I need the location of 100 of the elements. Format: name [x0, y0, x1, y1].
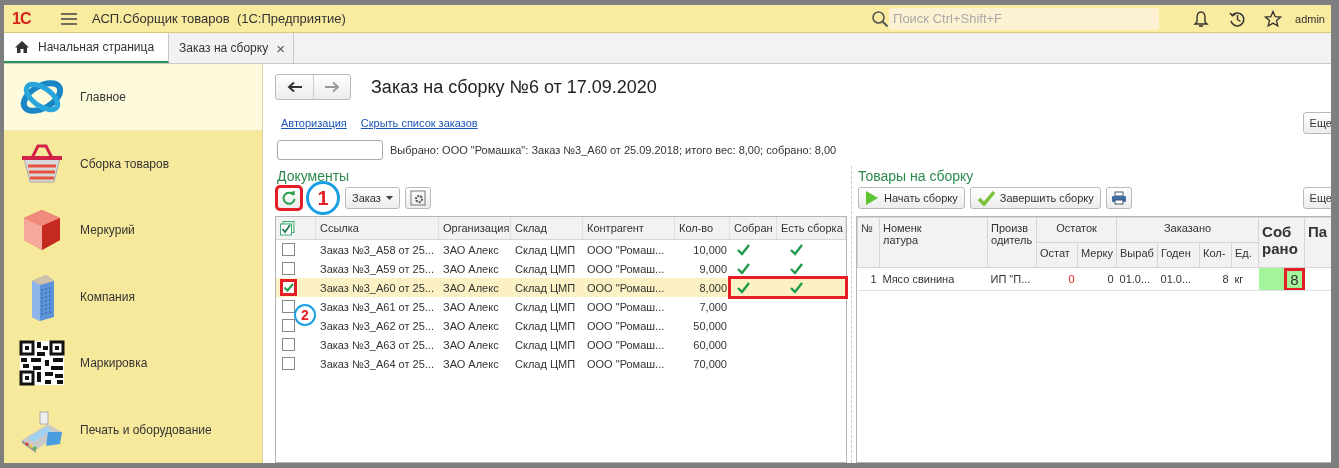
table-cell-text: ЗАО Алекс	[442, 242, 500, 258]
link[interactable]: Авторизация	[281, 117, 347, 129]
column-header[interactable]: Контрагент	[583, 217, 675, 239]
dropdown-button[interactable]: Заказ	[345, 187, 400, 209]
checkbox[interactable]	[282, 338, 295, 351]
column-header[interactable]: Па	[1304, 217, 1331, 268]
star-icon[interactable]	[1264, 9, 1283, 28]
check-icon	[283, 282, 294, 293]
window-title: АСП.Сборщик товаров (1С:Предприятие)	[92, 11, 346, 26]
refresh-icon	[282, 191, 296, 205]
table-cell-text: 9,000	[698, 261, 728, 277]
table-cell-text: Заказ №3_А63 от 25...	[319, 337, 435, 353]
table-cell-text: ООО "Ромаш...	[586, 242, 666, 258]
column-header[interactable]: Собрано	[1258, 217, 1305, 268]
table-cell-text: Склад ЦМП	[514, 280, 577, 296]
table-cell-text: ЗАО Алекс	[442, 261, 500, 277]
table-cell: 01.0...	[1116, 267, 1158, 291]
table-cell-text: Склад ЦМП	[514, 242, 577, 258]
qr-code-icon	[18, 339, 66, 388]
table-cell-text: Склад ЦМП	[514, 261, 577, 277]
finish-button[interactable]: Завершить сборку	[969, 187, 1101, 209]
select-all-icon[interactable]	[280, 220, 295, 236]
checkbox[interactable]	[282, 300, 295, 313]
step-marker: 2	[294, 304, 316, 326]
table-cell-text: Склад ЦМП	[514, 337, 577, 353]
table-cell-text: ООО "Ромаш...	[586, 356, 666, 372]
right-arrow-icon	[324, 81, 340, 93]
table-cell-text: Склад ЦМП	[514, 299, 577, 315]
checkbox[interactable]	[282, 319, 295, 332]
column-header[interactable]: Ссылка	[316, 217, 439, 239]
refresh-button[interactable]	[277, 187, 301, 209]
printer-icon	[1110, 191, 1127, 205]
table-cell: 8	[1199, 267, 1232, 291]
close-button[interactable]: ×	[276, 39, 285, 57]
table-cell-text: 50,000	[692, 318, 728, 334]
column-header[interactable]: Есть сборка	[777, 217, 846, 239]
play-icon	[865, 190, 879, 206]
column-group-header: Заказано	[1116, 217, 1259, 243]
table-cell-text: ЗАО Алекс	[442, 356, 500, 372]
table-cell: 1	[857, 267, 880, 291]
table-cell-text: Заказ №3_А60 от 25...	[319, 280, 435, 296]
table-cell: Мясо свинина	[879, 267, 988, 291]
column-header[interactable]: Кол-во	[675, 217, 730, 239]
table-cell-text: ЗАО Алекс	[442, 318, 500, 334]
menu-icon[interactable]	[60, 11, 78, 26]
table-cell-text: ООО "Ромаш...	[586, 261, 666, 277]
step-marker: 1	[306, 181, 340, 215]
table-cell-text: Склад ЦМП	[514, 318, 577, 334]
table-cell: кг	[1231, 267, 1259, 291]
column-group-header: Остаток	[1036, 217, 1117, 243]
column-header[interactable]: №	[857, 217, 880, 268]
collected-value: 8	[1287, 270, 1302, 288]
checkbox[interactable]	[282, 243, 295, 256]
column-header[interactable]: Организация	[439, 217, 511, 239]
user-name[interactable]: admin	[1295, 12, 1325, 25]
table-cell-text: 8,000	[698, 280, 728, 296]
home-icon	[14, 40, 30, 54]
input-field[interactable]	[277, 140, 383, 160]
section-title: Документы	[277, 168, 351, 184]
table-cell-text: Склад ЦМП	[514, 356, 577, 372]
column-header[interactable]: Собран	[730, 217, 777, 239]
bell-icon[interactable]	[1192, 9, 1211, 28]
table-cell-text: ЗАО Алекс	[442, 337, 500, 353]
selected-row[interactable]: Заказ №3_А60 от 25... ЗАО Алекс Склад ЦМП ООО "Ромаш... 8,000	[276, 278, 846, 297]
left-arrow-icon	[286, 81, 303, 93]
more-button[interactable]: Еще	[1302, 187, 1331, 209]
history-icon[interactable]	[1228, 9, 1247, 28]
search-field[interactable]: Поиск Ctrl+Shift+F	[889, 7, 1160, 30]
table-cell: ИП "П...	[987, 267, 1037, 291]
table-cell-text: 7,000	[698, 299, 728, 315]
table-cell-text: ЗАО Алекс	[442, 299, 500, 315]
sidebar-item[interactable]: Главное	[4, 64, 262, 131]
tab[interactable]: Начальная страница	[4, 33, 170, 63]
table-cell: 0	[1036, 267, 1078, 291]
checkbox[interactable]	[282, 357, 295, 370]
table-cell-text: ООО "Ромаш...	[586, 299, 666, 315]
link[interactable]: Скрыть список заказов	[360, 117, 478, 129]
column-header[interactable]: Номенклатура	[879, 217, 988, 268]
table-cell-text: ООО "Ромаш...	[586, 318, 666, 334]
table-cell-text: 60,000	[692, 337, 728, 353]
column-header[interactable]: Производитель	[987, 217, 1037, 268]
table-cell-text: Заказ №3_А61 от 25...	[319, 299, 435, 315]
column-header[interactable]: Склад	[511, 217, 583, 239]
table-cell: 01.0...	[1157, 267, 1200, 291]
table-cell-text: ЗАО Алекс	[442, 280, 500, 296]
start-button[interactable]: Начать сборку	[858, 187, 965, 209]
table-cell: 0	[1077, 267, 1117, 291]
print-button[interactable]	[1105, 187, 1132, 209]
table-cell-text: ООО "Ромаш...	[586, 337, 666, 353]
checkbox[interactable]	[282, 262, 295, 275]
settings-button[interactable]	[404, 187, 431, 209]
table-cell-text: Заказ №3_А58 от 25...	[319, 242, 435, 258]
table-cell-text: Заказ №3_А64 от 25...	[319, 356, 435, 372]
table-cell-text: Заказ №3_А62 от 25...	[319, 318, 435, 334]
table-cell-text: ООО "Ромаш...	[586, 280, 666, 296]
table-cell-text: Заказ №3_А59 от 25...	[319, 261, 435, 277]
more-button[interactable]: Еще	[1302, 112, 1331, 134]
app-logo: 1С	[12, 9, 32, 28]
checkbox[interactable]	[282, 281, 295, 294]
check-icon	[976, 190, 995, 206]
